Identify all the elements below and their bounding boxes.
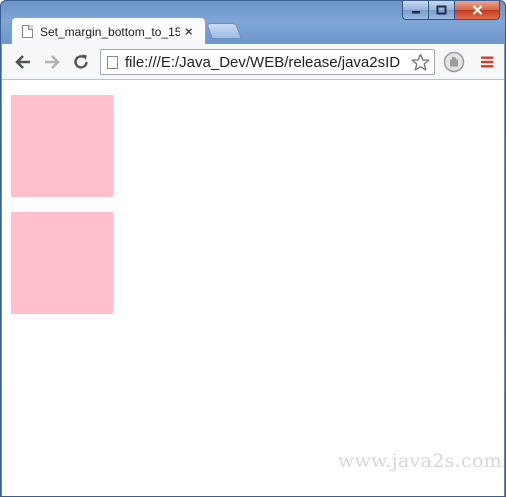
page-content: www.java2s.com: [2, 80, 504, 496]
browser-tab[interactable]: Set_margin_bottom_to_15 ×: [11, 17, 206, 45]
restore-icon: [436, 5, 447, 15]
tab-close-icon[interactable]: ×: [185, 24, 193, 39]
back-arrow-icon: [15, 55, 30, 69]
back-button[interactable]: [12, 51, 34, 73]
browser-toolbar: file:///E:/Java_Dev/WEB/release/java2sID: [2, 44, 504, 80]
tab-title: Set_margin_bottom_to_15: [40, 24, 180, 39]
page-icon: [22, 25, 33, 38]
minimize-button[interactable]: [402, 1, 429, 20]
address-bar[interactable]: file:///E:/Java_Dev/WEB/release/java2sID: [100, 49, 435, 75]
forward-button[interactable]: [41, 51, 63, 73]
star-icon: [411, 53, 429, 71]
forward-arrow-icon: [45, 55, 60, 69]
page-icon: [107, 55, 118, 69]
watermark-text: www.java2s.com: [337, 450, 502, 472]
hand-icon: [443, 51, 465, 73]
window-controls: [402, 1, 500, 21]
url-text[interactable]: file:///E:/Java_Dev/WEB/release/java2sID: [125, 54, 407, 71]
menu-icon: [481, 56, 493, 68]
minimize-icon: [411, 11, 420, 14]
pink-box-bottom: [11, 212, 113, 314]
reload-icon: [74, 54, 88, 69]
close-window-button[interactable]: [455, 1, 500, 20]
extension-button[interactable]: [442, 51, 466, 73]
maximize-button[interactable]: [429, 1, 455, 20]
menu-button[interactable]: [476, 51, 498, 73]
close-icon: [472, 5, 482, 15]
pink-box-top: [11, 95, 113, 197]
reload-button[interactable]: [70, 51, 92, 73]
browser-window: Set_margin_bottom_to_15 × file:///E:/Jav…: [0, 0, 506, 497]
new-tab-button[interactable]: [206, 23, 242, 39]
bookmark-star-button[interactable]: [410, 52, 430, 72]
